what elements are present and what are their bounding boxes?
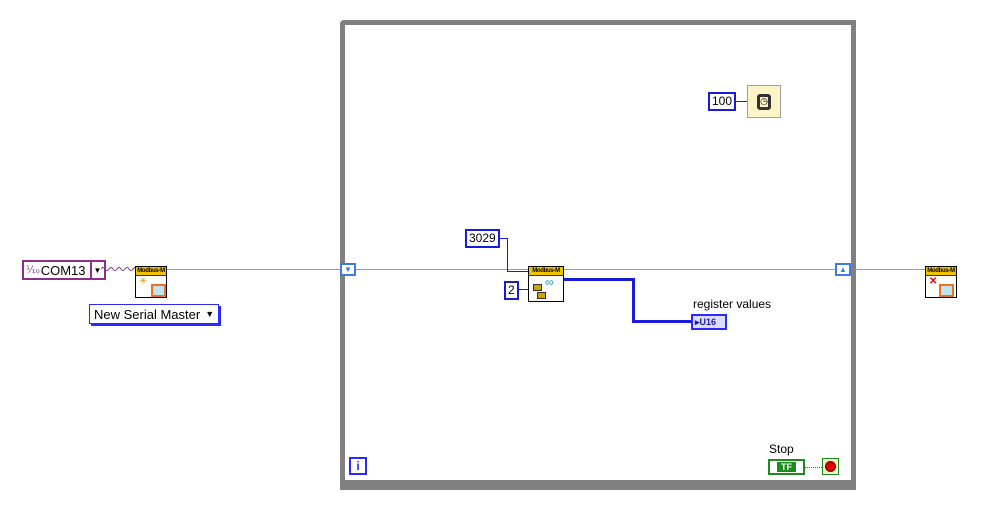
stop-sign-icon — [825, 461, 836, 472]
count-wire — [518, 289, 528, 290]
device-icon — [151, 284, 166, 297]
visa-resource-icon: ⅒ — [26, 264, 40, 276]
stop-button-control[interactable]: TF — [768, 459, 805, 475]
vi-banner: Modbus-M — [926, 267, 956, 276]
read-holding-registers-icon: ∞ — [545, 275, 554, 289]
mode-selector-value: New Serial Master — [94, 306, 201, 322]
wait-ms-clock-icon: ◷ — [757, 93, 771, 110]
address-wire-h — [499, 238, 507, 239]
shift-register-up-icon: ▲ — [839, 264, 847, 274]
dropdown-arrow-icon: ▼ — [205, 309, 215, 319]
address-wire-h2 — [507, 271, 528, 272]
device-icon — [939, 284, 954, 297]
modbus-read-holding-registers-vi[interactable]: Modbus-M ∞ — [528, 266, 564, 302]
shift-register-right[interactable]: ▲ — [835, 263, 851, 276]
visa-resource-constant[interactable]: ⅒ COM13 ▼ — [22, 260, 106, 280]
shift-register-left[interactable]: ▼ — [340, 263, 356, 276]
vi-banner: Modbus-M — [136, 267, 166, 276]
register-block-icon — [537, 292, 546, 299]
while-loop-bottom-edge — [340, 480, 854, 485]
modbus-close-master-vi[interactable]: Modbus-M ✕ — [925, 266, 957, 298]
wait-ms-constant[interactable]: 100 — [708, 92, 737, 111]
stop-control-type: TF — [777, 462, 796, 472]
address-wire-v — [507, 238, 508, 271]
indicator-type: U16 — [699, 317, 717, 327]
mode-selector-ring[interactable]: New Serial Master ▼ — [89, 304, 220, 324]
wait-ms-function[interactable]: ◷ — [747, 85, 781, 118]
visa-resource-value: COM13 — [40, 262, 86, 278]
stop-label: Stop — [769, 442, 794, 456]
modbus-new-master-vi[interactable]: Modbus-M ✳ — [135, 266, 167, 298]
shift-register-down-icon: ▼ — [344, 264, 352, 274]
register-values-wire-h2 — [632, 320, 692, 323]
register-values-indicator[interactable]: ▸ U16 — [691, 314, 727, 330]
wait-wire — [736, 101, 747, 102]
iteration-label: i — [356, 459, 360, 473]
loop-condition-terminal[interactable] — [822, 458, 839, 475]
register-values-wire-h1 — [564, 278, 634, 281]
boolean-wire — [805, 467, 822, 468]
register-values-label: register values — [693, 297, 772, 311]
register-count-constant[interactable]: 2 — [504, 281, 519, 300]
new-master-icon: ✳ — [139, 276, 148, 287]
visa-wire — [101, 267, 137, 271]
register-block-icon — [533, 284, 542, 291]
register-values-wire-v — [632, 278, 635, 323]
close-x-icon: ✕ — [929, 276, 938, 287]
start-address-constant[interactable]: 3029 — [465, 229, 500, 248]
iteration-terminal: i — [349, 457, 367, 475]
